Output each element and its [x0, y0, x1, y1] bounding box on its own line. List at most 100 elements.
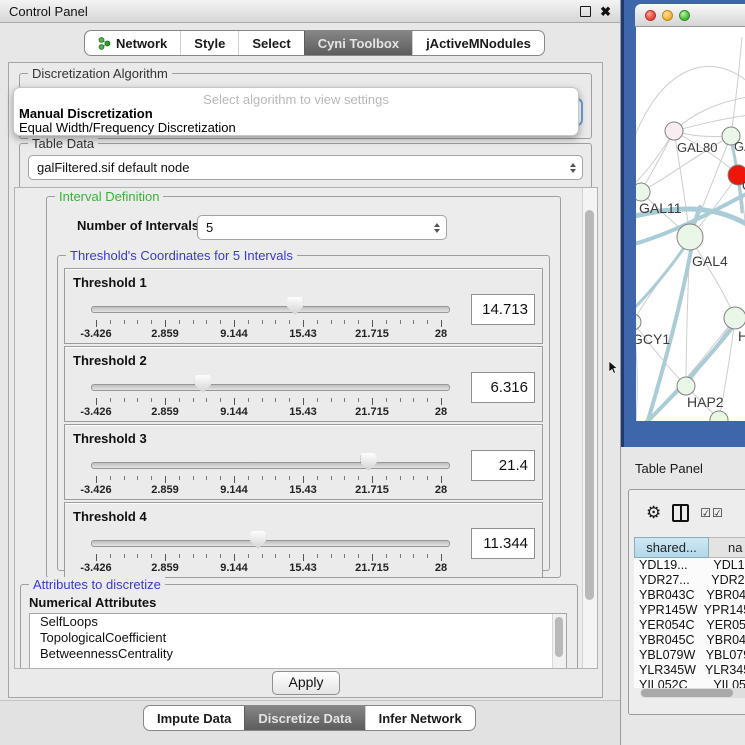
tick-label: 21.715	[355, 562, 389, 574]
network-graph[interactable]: GAL80GACGAL11GAL4GCY1HHAP2	[636, 27, 745, 421]
tick-mark	[372, 476, 373, 483]
tab-infer-network[interactable]: Infer Network	[365, 706, 475, 730]
node-unlabeled[interactable]	[710, 411, 728, 421]
cell-name[interactable]: YLR345W	[699, 663, 745, 678]
zoom-traffic-light-icon[interactable]	[679, 10, 690, 21]
table-row[interactable]: YLR345WYLR345W	[634, 663, 745, 678]
tick-mark	[234, 554, 235, 561]
cell-shared-name[interactable]: YBL079W	[634, 648, 700, 663]
cell-shared-name[interactable]: YIL052C	[634, 678, 707, 688]
float-window-icon[interactable]	[580, 6, 591, 17]
node-label-gal80: GAL80	[677, 140, 717, 155]
tab-network[interactable]: Network	[85, 31, 180, 55]
close-icon[interactable]: ✖	[600, 5, 611, 18]
table-panel-toolbar: ⚙ ☑☑	[629, 490, 745, 535]
tab-discretize-data[interactable]: Discretize Data	[244, 706, 364, 730]
tab-impute-data[interactable]: Impute Data	[144, 706, 244, 730]
table-row[interactable]: YER054CYER054C	[634, 618, 745, 633]
minimize-traffic-light-icon[interactable]	[662, 10, 673, 21]
table-data-select[interactable]: galFiltered.sif default node	[28, 155, 583, 180]
attribute-item-selfloops[interactable]: SelfLoops	[30, 614, 566, 630]
tick-mark	[303, 398, 304, 405]
network-canvas[interactable]: GAL80GACGAL11GAL4GCY1HHAP2	[636, 27, 745, 421]
node-h[interactable]	[724, 307, 745, 329]
list-scrollbar[interactable]	[552, 614, 566, 669]
slider-track[interactable]	[91, 540, 450, 547]
threshold-value-field[interactable]: 6.316	[471, 372, 535, 403]
combo-spinner-icon[interactable]	[428, 223, 446, 233]
node-gcy1[interactable]	[636, 314, 641, 330]
cell-shared-name[interactable]: YER054C	[634, 618, 700, 633]
slider-track[interactable]	[91, 462, 450, 469]
scrollbar-thumb[interactable]	[585, 210, 594, 600]
cell-name[interactable]: YDR27...	[705, 573, 745, 588]
table-row[interactable]: YDL19...YDL19...	[634, 558, 745, 573]
horizontal-scrollbar[interactable]	[640, 688, 745, 698]
tick-label: 9.144	[220, 484, 248, 496]
table-row[interactable]: YBR043CYBR043C	[634, 588, 745, 603]
node-label-gal11: GAL11	[639, 200, 682, 216]
node-gal11[interactable]	[636, 183, 650, 201]
node-gal80[interactable]	[665, 122, 683, 140]
cell-shared-name[interactable]: YBR043C	[634, 588, 700, 603]
node-gal4[interactable]	[677, 224, 703, 250]
cell-name[interactable]: YBR045C	[700, 633, 745, 648]
table-row[interactable]: YPR145WYPR145W	[634, 603, 745, 618]
cell-name[interactable]: YBL079W	[700, 648, 745, 663]
split-columns-icon[interactable]	[672, 504, 689, 522]
slider-track[interactable]	[91, 306, 450, 313]
threshold-value-field[interactable]: 21.4	[471, 450, 535, 481]
cell-shared-name[interactable]: YBR045C	[634, 633, 700, 648]
network-window-titlebar[interactable]	[635, 4, 745, 27]
tick-mark	[165, 476, 166, 483]
table-panel: ⚙ ☑☑ shared... na YDL19...YDL19...YDR27.…	[628, 489, 745, 715]
select-columns-checkboxes-icon[interactable]: ☑☑	[700, 507, 724, 519]
column-header-shared-name[interactable]: shared...	[634, 537, 709, 558]
threshold-value-field[interactable]: 11.344	[471, 528, 535, 559]
number-of-intervals-select[interactable]: 5	[197, 215, 447, 240]
node-hap2[interactable]	[677, 377, 695, 395]
cell-shared-name[interactable]: YDL19...	[634, 558, 707, 573]
tick-mark	[344, 476, 345, 480]
tick-mark	[262, 476, 263, 480]
attribute-item-betweennesscentrality[interactable]: BetweennessCentrality	[30, 646, 566, 662]
tab-cyni-toolbox[interactable]: Cyni Toolbox	[304, 31, 412, 55]
tick-mark	[275, 320, 276, 324]
cell-name[interactable]: YER054C	[700, 618, 745, 633]
tab-style[interactable]: Style	[180, 31, 238, 55]
cell-shared-name[interactable]: YPR145W	[634, 603, 698, 618]
table-row[interactable]: YBR045CYBR045C	[634, 633, 745, 648]
cell-name[interactable]: YBR043C	[700, 588, 745, 603]
table-row[interactable]: YDR27...YDR27...	[634, 573, 745, 588]
cell-name[interactable]: YPR145W	[698, 603, 745, 618]
combo-spinner-icon[interactable]	[564, 163, 582, 173]
dropdown-item-manual-discretization[interactable]: Manual Discretization	[19, 106, 153, 121]
tick-mark	[275, 554, 276, 558]
cell-shared-name[interactable]: YDR27...	[634, 573, 705, 588]
close-traffic-light-icon[interactable]	[645, 10, 656, 21]
attributes-list[interactable]: SelfLoopsTopologicalCoefficientBetweenne…	[29, 613, 567, 669]
tick-label: -3.426	[80, 484, 111, 496]
threshold-3-panel: Threshold 3-3.4262.8599.14415.4321.71528…	[64, 424, 543, 500]
tab-jactivemnodules[interactable]: jActiveMNodules	[412, 31, 544, 55]
tick-mark	[248, 320, 249, 324]
dropdown-item-equal-width-frequency[interactable]: Equal Width/Frequency Discretization	[19, 120, 236, 135]
threshold-value-field[interactable]: 14.713	[471, 294, 535, 325]
table-body: YDL19...YDL19...YDR27...YDR27...YBR043CY…	[634, 558, 745, 688]
cell-name[interactable]: YIL052C	[707, 678, 745, 688]
table-row[interactable]: YIL052CYIL052C	[634, 678, 745, 688]
tab-select[interactable]: Select	[238, 31, 303, 55]
apply-button[interactable]: Apply	[272, 671, 340, 695]
tick-label: 2.859	[151, 562, 179, 574]
slider-track[interactable]	[91, 384, 450, 391]
column-header-name[interactable]: na	[709, 537, 745, 558]
attribute-item-topologicalcoefficient[interactable]: TopologicalCoefficient	[30, 630, 566, 646]
tick-mark	[137, 554, 138, 558]
table-row[interactable]: YBL079WYBL079W	[634, 648, 745, 663]
vertical-scrollbar[interactable]	[582, 188, 597, 668]
scrollbar-thumb[interactable]	[641, 689, 733, 697]
settings-gear-icon[interactable]: ⚙	[646, 504, 661, 521]
cell-name[interactable]: YDL19...	[707, 558, 745, 573]
scrollbar-thumb[interactable]	[555, 617, 563, 657]
cell-shared-name[interactable]: YLR345W	[634, 663, 699, 678]
